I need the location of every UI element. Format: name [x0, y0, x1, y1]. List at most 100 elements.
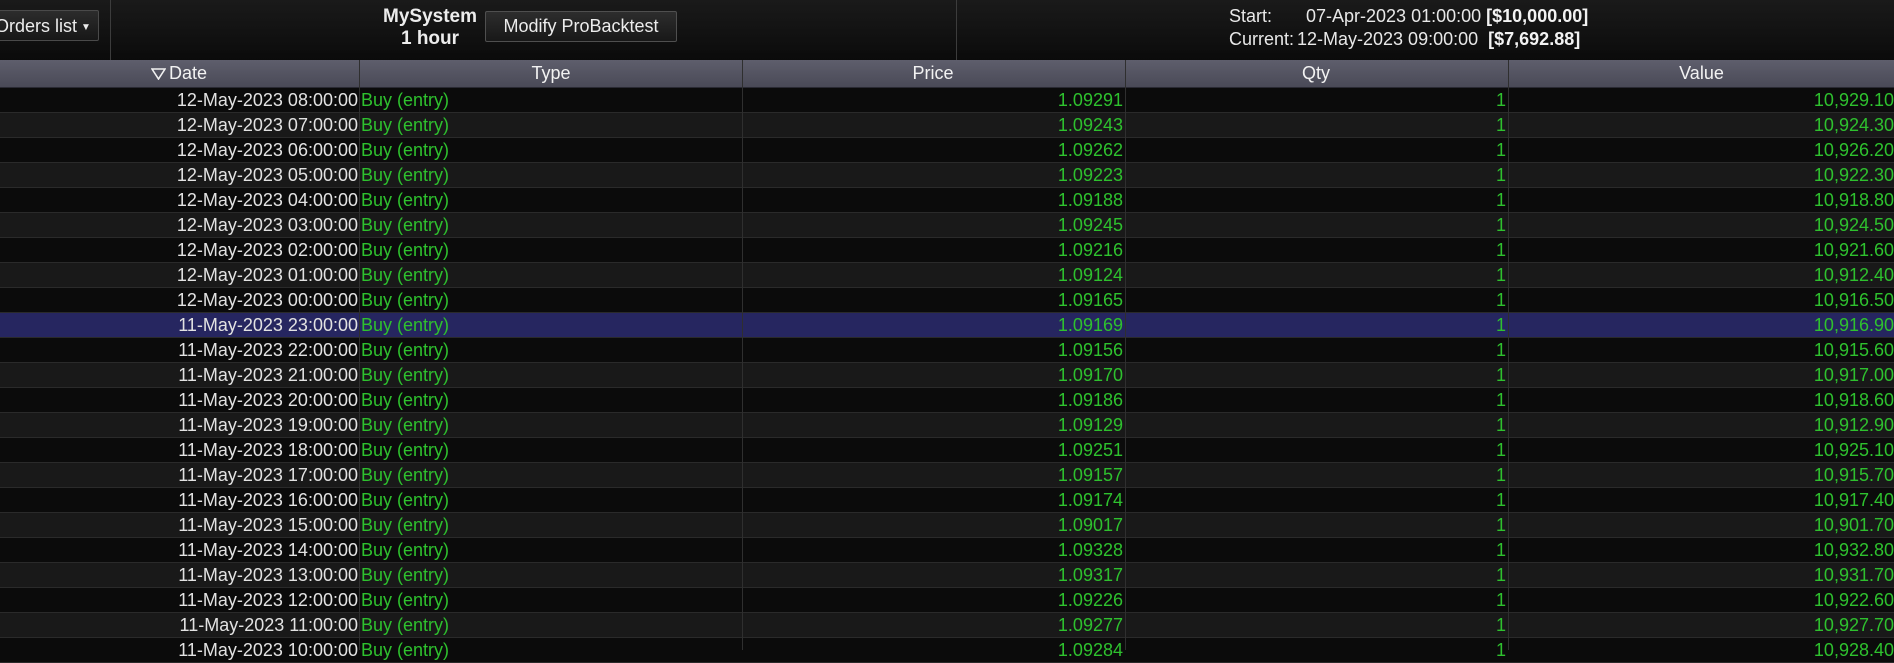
cell-price: 1.09317 [1057, 565, 1123, 585]
cell-value: 10,921.60 [1813, 240, 1894, 260]
table-row[interactable]: 11-May-2023 14:00:00 Buy (entry) 1.09328 1 1… [0, 538, 1894, 563]
cell-price: 1.09174 [1057, 490, 1123, 510]
cell-date: 11-May-2023 11:00:00 [179, 615, 358, 635]
sort-descending-icon [150, 68, 166, 80]
cell-price: 1.09157 [1057, 465, 1123, 485]
start-date: 07-Apr-2023 01:00:00 [1306, 6, 1482, 26]
table-row[interactable]: 11-May-2023 10:00:00 Buy (entry) 1.09284 1 1… [0, 638, 1894, 663]
start-label: Start: [1229, 6, 1273, 26]
table-row[interactable]: 12-May-2023 08:00:00 Buy (entry) 1.09291 1 1… [0, 88, 1894, 113]
cell-value: 10,912.40 [1813, 265, 1894, 285]
cell-price: 1.09156 [1057, 340, 1123, 360]
cell-price: 1.09170 [1057, 365, 1123, 385]
cell-value: 10,901.70 [1813, 515, 1894, 535]
start-value: [$10,000.00] [1486, 6, 1589, 26]
chevron-down-icon: ▼ [81, 22, 91, 33]
table-row[interactable]: 12-May-2023 05:00:00 Buy (entry) 1.09223 1 1… [0, 163, 1894, 188]
table-row[interactable]: 11-May-2023 18:00:00 Buy (entry) 1.09251 1 1… [0, 438, 1894, 463]
system-info: MySystem 1 hour [380, 6, 480, 50]
cell-price: 1.09243 [1057, 115, 1123, 135]
modify-probacktest-button[interactable]: Modify ProBacktest [485, 11, 677, 42]
equity-labels: Start: Current: [1229, 5, 1294, 51]
cell-date: 12-May-2023 00:00:00 [176, 290, 358, 310]
cell-price: 1.09328 [1057, 540, 1123, 560]
table-row[interactable]: 12-May-2023 03:00:00 Buy (entry) 1.09245 1 1… [0, 213, 1894, 238]
system-timeframe: 1 hour [400, 28, 460, 49]
cell-price: 1.09017 [1057, 515, 1123, 535]
cell-value: 10,922.30 [1813, 165, 1894, 185]
cell-date: 11-May-2023 18:00:00 [178, 440, 358, 460]
table-row[interactable]: 11-May-2023 11:00:00 Buy (entry) 1.09277 1 1… [0, 613, 1894, 638]
cell-type: Buy (entry) [361, 365, 450, 385]
table-row[interactable]: 11-May-2023 21:00:00 Buy (entry) 1.09170 1 1… [0, 363, 1894, 388]
column-header-qty[interactable]: Qty [1126, 60, 1506, 87]
table-row[interactable]: 11-May-2023 15:00:00 Buy (entry) 1.09017 1 1… [0, 513, 1894, 538]
cell-date: 11-May-2023 10:00:00 [178, 640, 358, 660]
toolbar-divider [956, 0, 957, 60]
cell-type: Buy (entry) [361, 90, 450, 110]
cell-qty: 1 [1495, 215, 1506, 235]
cell-date: 12-May-2023 06:00:00 [176, 140, 358, 160]
cell-qty: 1 [1495, 440, 1506, 460]
cell-date: 12-May-2023 08:00:00 [176, 90, 358, 110]
column-header-value[interactable]: Value [1509, 60, 1894, 87]
table-header: Date Type Price Qty Value [0, 60, 1894, 88]
cell-date: 11-May-2023 22:00:00 [178, 340, 358, 360]
column-divider [359, 60, 360, 650]
cell-qty: 1 [1495, 340, 1506, 360]
cell-price: 1.09251 [1057, 440, 1123, 460]
cell-qty: 1 [1495, 365, 1506, 385]
cell-qty: 1 [1495, 290, 1506, 310]
cell-value: 10,932.80 [1813, 540, 1894, 560]
table-row[interactable]: 12-May-2023 01:00:00 Buy (entry) 1.09124 1 1… [0, 263, 1894, 288]
cell-price: 1.09291 [1057, 90, 1123, 110]
cell-price: 1.09129 [1057, 415, 1123, 435]
table-row[interactable]: 12-May-2023 00:00:00 Buy (entry) 1.09165 1 1… [0, 288, 1894, 313]
cell-date: 12-May-2023 07:00:00 [176, 115, 358, 135]
toolbar: Orders list ▼ MySystem 1 hour Modify ProB… [0, 0, 1894, 60]
cell-date: 12-May-2023 01:00:00 [176, 265, 358, 285]
cell-type: Buy (entry) [361, 390, 450, 410]
cell-value: 10,918.60 [1813, 390, 1894, 410]
cell-price: 1.09169 [1057, 315, 1123, 335]
table-row[interactable]: 11-May-2023 20:00:00 Buy (entry) 1.09186 1 1… [0, 388, 1894, 413]
current-info: 12-May-2023 09:00:00 [$7,692.88] [1297, 28, 1580, 51]
cell-type: Buy (entry) [361, 615, 450, 635]
cell-type: Buy (entry) [361, 115, 450, 135]
column-header-type[interactable]: Type [361, 60, 741, 87]
cell-type: Buy (entry) [361, 465, 450, 485]
cell-qty: 1 [1495, 490, 1506, 510]
cell-price: 1.09165 [1057, 290, 1123, 310]
cell-price: 1.09284 [1057, 640, 1123, 660]
cell-qty: 1 [1495, 240, 1506, 260]
cell-qty: 1 [1495, 165, 1506, 185]
cell-value: 10,916.90 [1813, 315, 1894, 335]
cell-price: 1.09186 [1057, 390, 1123, 410]
table-row[interactable]: 12-May-2023 06:00:00 Buy (entry) 1.09262 1 1… [0, 138, 1894, 163]
column-header-date[interactable]: Date [0, 60, 358, 87]
table-row[interactable]: 11-May-2023 19:00:00 Buy (entry) 1.09129 1 1… [0, 413, 1894, 438]
table-row[interactable]: 11-May-2023 17:00:00 Buy (entry) 1.09157 1 1… [0, 463, 1894, 488]
cell-type: Buy (entry) [361, 640, 450, 660]
cell-date: 12-May-2023 04:00:00 [176, 190, 358, 210]
cell-value: 10,924.30 [1813, 115, 1894, 135]
cell-value: 10,931.70 [1813, 565, 1894, 585]
cell-value: 10,916.50 [1813, 290, 1894, 310]
table-row[interactable]: 12-May-2023 07:00:00 Buy (entry) 1.09243 1 1… [0, 113, 1894, 138]
table-row[interactable]: 11-May-2023 12:00:00 Buy (entry) 1.09226 1 1… [0, 588, 1894, 613]
table-row[interactable]: 11-May-2023 23:00:00 Buy (entry) 1.09169 1 1… [0, 313, 1894, 338]
column-header-price[interactable]: Price [743, 60, 1123, 87]
table-row[interactable]: 11-May-2023 16:00:00 Buy (entry) 1.09174 1 1… [0, 488, 1894, 513]
cell-price: 1.09216 [1057, 240, 1123, 260]
table-row[interactable]: 12-May-2023 02:00:00 Buy (entry) 1.09216 1 1… [0, 238, 1894, 263]
cell-type: Buy (entry) [361, 315, 450, 335]
cell-price: 1.09277 [1057, 615, 1123, 635]
orders-list-dropdown[interactable]: Orders list ▼ [0, 10, 99, 41]
cell-date: 11-May-2023 15:00:00 [178, 515, 358, 535]
cell-qty: 1 [1495, 615, 1506, 635]
cell-date: 11-May-2023 16:00:00 [178, 490, 358, 510]
cell-price: 1.09124 [1057, 265, 1123, 285]
table-row[interactable]: 11-May-2023 22:00:00 Buy (entry) 1.09156 1 1… [0, 338, 1894, 363]
table-row[interactable]: 12-May-2023 04:00:00 Buy (entry) 1.09188 1 1… [0, 188, 1894, 213]
table-row[interactable]: 11-May-2023 13:00:00 Buy (entry) 1.09317 1 1… [0, 563, 1894, 588]
